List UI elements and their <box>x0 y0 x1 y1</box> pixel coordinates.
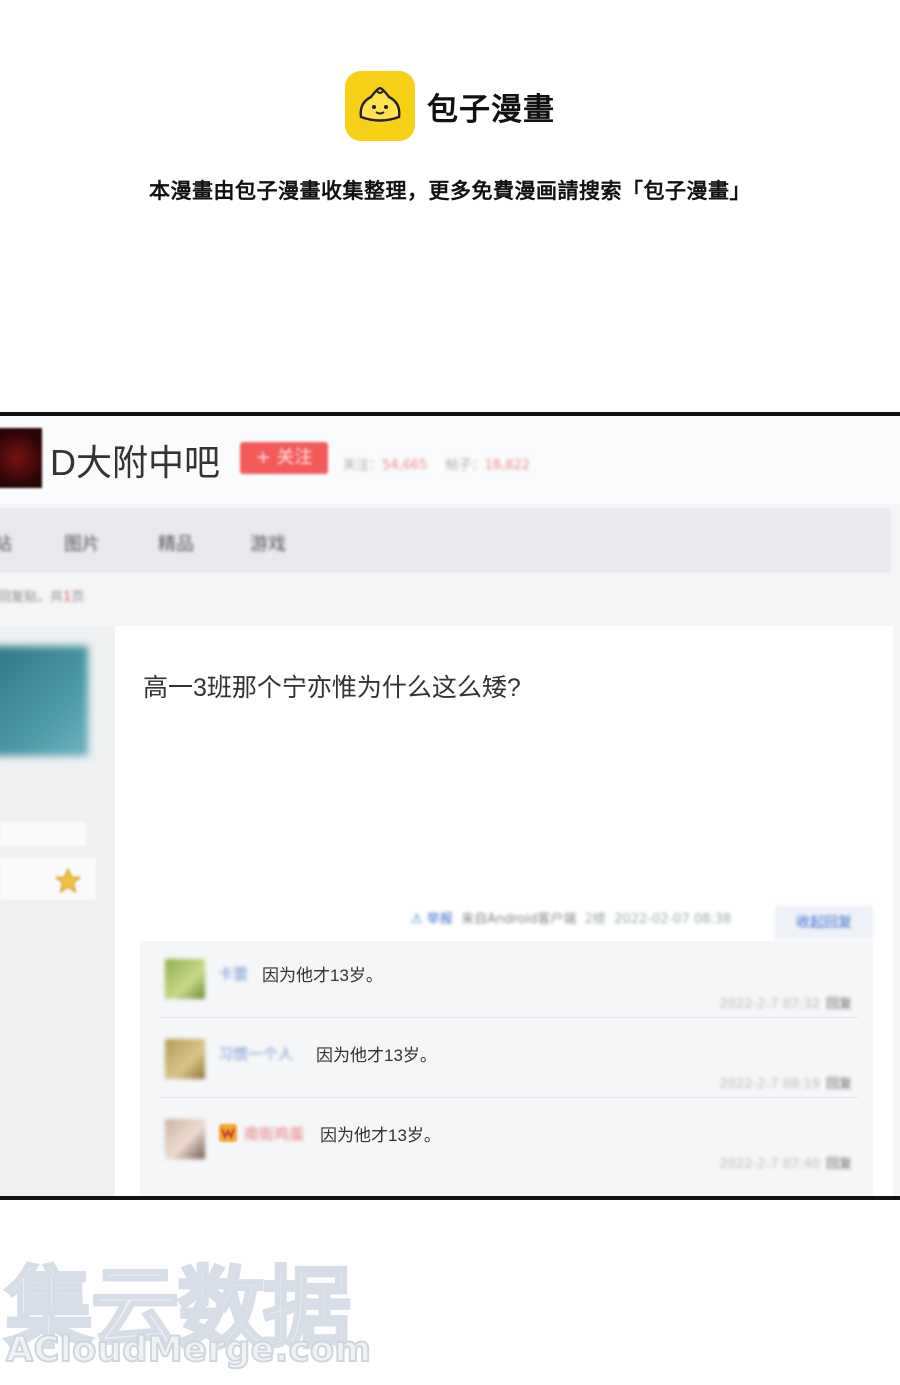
reply-avatar[interactable] <box>165 1119 205 1159</box>
nav-item-featured[interactable]: 精品 <box>158 530 194 556</box>
forum-name[interactable]: D大附中吧 <box>50 434 220 486</box>
page-count-info: 回复贴，共1页 <box>0 590 85 605</box>
reply-button[interactable]: 回复 <box>826 997 852 1012</box>
author-sidebar <box>0 626 115 1196</box>
star-badge-icon <box>55 868 81 894</box>
forum-stats: 关注：54,665 帖子：18,822 <box>343 454 530 473</box>
followers-label: 关注： <box>343 458 383 473</box>
notice-text: 本漫畫由包子漫畫收集整理，更多免費漫画請搜索「包子漫畫」 <box>149 179 751 203</box>
post-floor: 2楼 <box>584 912 606 927</box>
post-client: 来自Android客户端 <box>461 912 577 927</box>
post-time: 2022-02-07 08:38 <box>614 912 732 927</box>
author-level-box <box>0 858 96 900</box>
nav-item-games[interactable]: 游戏 <box>250 530 286 556</box>
forum-screenshot-panel: D大附中吧 + 关注 关注：54,665 帖子：18,822 站 图片 精品 游戏… <box>0 412 900 1200</box>
nav-item-home[interactable]: 站 <box>0 530 12 556</box>
reply-item: 卡蕾 因为他才13岁。 2022-2-7 07:32 回复 <box>160 941 858 1018</box>
author-name-box <box>0 822 86 846</box>
reply-meta: 2022-2-7 07:32 回复 <box>719 997 852 1012</box>
follow-button[interactable]: + 关注 <box>240 442 328 474</box>
forum-header: D大附中吧 + 关注 关注：54,665 帖子：18,822 <box>0 416 900 504</box>
vip-badge-icon <box>219 1124 237 1142</box>
nav-item-pictures[interactable]: 图片 <box>64 530 100 556</box>
followers-count: 54,665 <box>382 458 428 473</box>
reply-username[interactable]: 卡蕾 <box>218 963 248 984</box>
reply-button[interactable]: 回复 <box>826 1157 852 1172</box>
reply-text: 因为他才13岁。 <box>262 966 383 985</box>
post-content: 高一3班那个宁亦惟为什么这么矮? ⚠ 举报 来自Android客户端 2楼 20… <box>115 626 893 1196</box>
reply-button[interactable]: 回复 <box>826 1077 852 1092</box>
author-avatar[interactable] <box>0 646 88 756</box>
watermark-en: ACloudMerge.com <box>5 1329 372 1371</box>
reply-avatar[interactable] <box>165 959 205 999</box>
brand-header: 包子漫畫 <box>0 70 900 142</box>
reply-avatar[interactable] <box>165 1039 205 1079</box>
report-link[interactable]: ⚠ 举报 <box>411 912 453 927</box>
reply-meta: 2022-2-7 07:40 回复 <box>719 1157 852 1172</box>
reply-text: 因为他才13岁。 <box>316 1046 437 1065</box>
reply-username[interactable]: 南街鸡蛋 <box>244 1123 304 1144</box>
reply-username[interactable]: 习惯一个人 <box>218 1043 293 1064</box>
reply-meta: 2022-2-7 08:19 回复 <box>719 1077 852 1092</box>
reply-list: 卡蕾 因为他才13岁。 2022-2-7 07:32 回复 习惯一个人 因为他才1… <box>140 941 873 1196</box>
forum-avatar <box>0 428 42 488</box>
post-meta: ⚠ 举报 来自Android客户端 2楼 2022-02-07 08:38 <box>411 908 731 927</box>
collapse-replies-button[interactable]: 收起回复 <box>775 906 873 940</box>
reply-item: 南街鸡蛋 因为他才13岁。 2022-2-7 07:40 回复 <box>160 1101 858 1177</box>
brand-name: 包子漫畫 <box>427 91 555 128</box>
post-title: 高一3班那个宁亦惟为什么这么矮? <box>143 674 521 702</box>
bun-logo-icon <box>345 71 415 141</box>
warning-icon: ⚠ <box>411 912 423 927</box>
reply-item: 习惯一个人 因为他才13岁。 2022-2-7 08:19 回复 <box>160 1021 858 1098</box>
posts-label: 帖子： <box>445 458 485 473</box>
posts-count: 18,822 <box>484 458 531 473</box>
forum-nav: 站 图片 精品 游戏 <box>0 508 890 570</box>
reply-text: 因为他才13岁。 <box>320 1126 441 1145</box>
